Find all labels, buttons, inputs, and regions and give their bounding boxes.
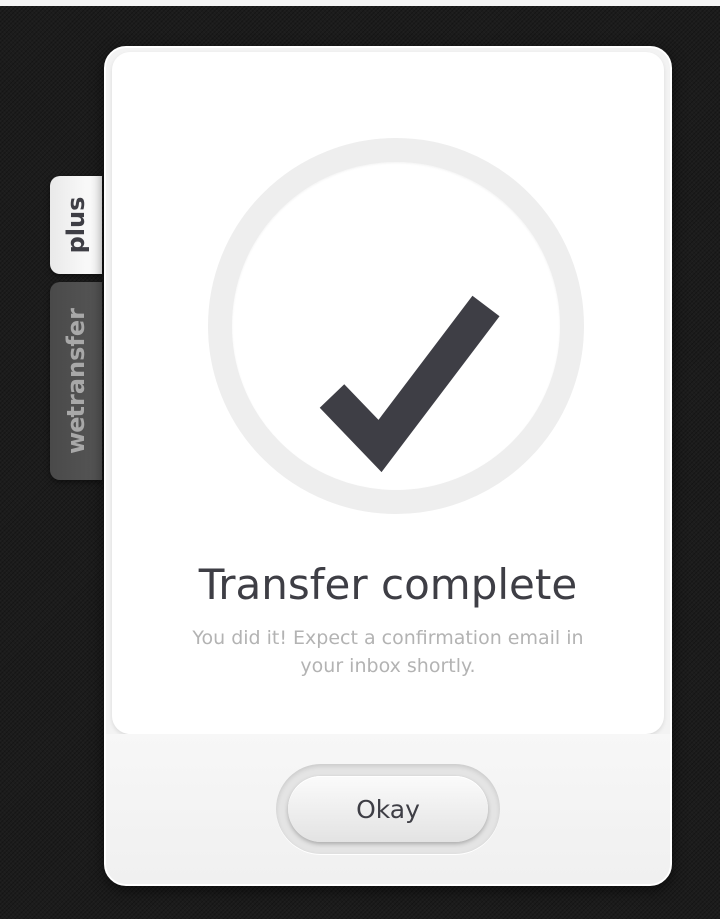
checkmark-icon [319, 295, 500, 473]
button-well: Okay [276, 764, 500, 854]
dialog-footer: Okay [106, 734, 670, 884]
dialog-message: You did it! Expect a confirmation email … [112, 624, 664, 680]
wetransfer-logo-prefix: we [62, 417, 90, 454]
okay-button[interactable]: Okay [288, 776, 488, 842]
plus-tab-label: plus [62, 196, 90, 254]
top-strip [0, 0, 720, 6]
dialog-message-line-1: You did it! Expect a confirmation email … [192, 627, 584, 649]
dialog-message-line-2: your inbox shortly. [300, 655, 476, 677]
wetransfer-logo-suffix: transfer [62, 308, 90, 418]
dialog-title: Transfer complete [198, 560, 578, 609]
dialog-body: Transfer complete You did it! Expect a c… [112, 52, 664, 734]
wetransfer-logo: wetransfer [62, 308, 90, 454]
transfer-complete-dialog: Transfer complete You did it! Expect a c… [104, 46, 672, 886]
wetransfer-tab[interactable]: wetransfer [50, 282, 102, 480]
plus-tab[interactable]: plus [50, 176, 102, 274]
